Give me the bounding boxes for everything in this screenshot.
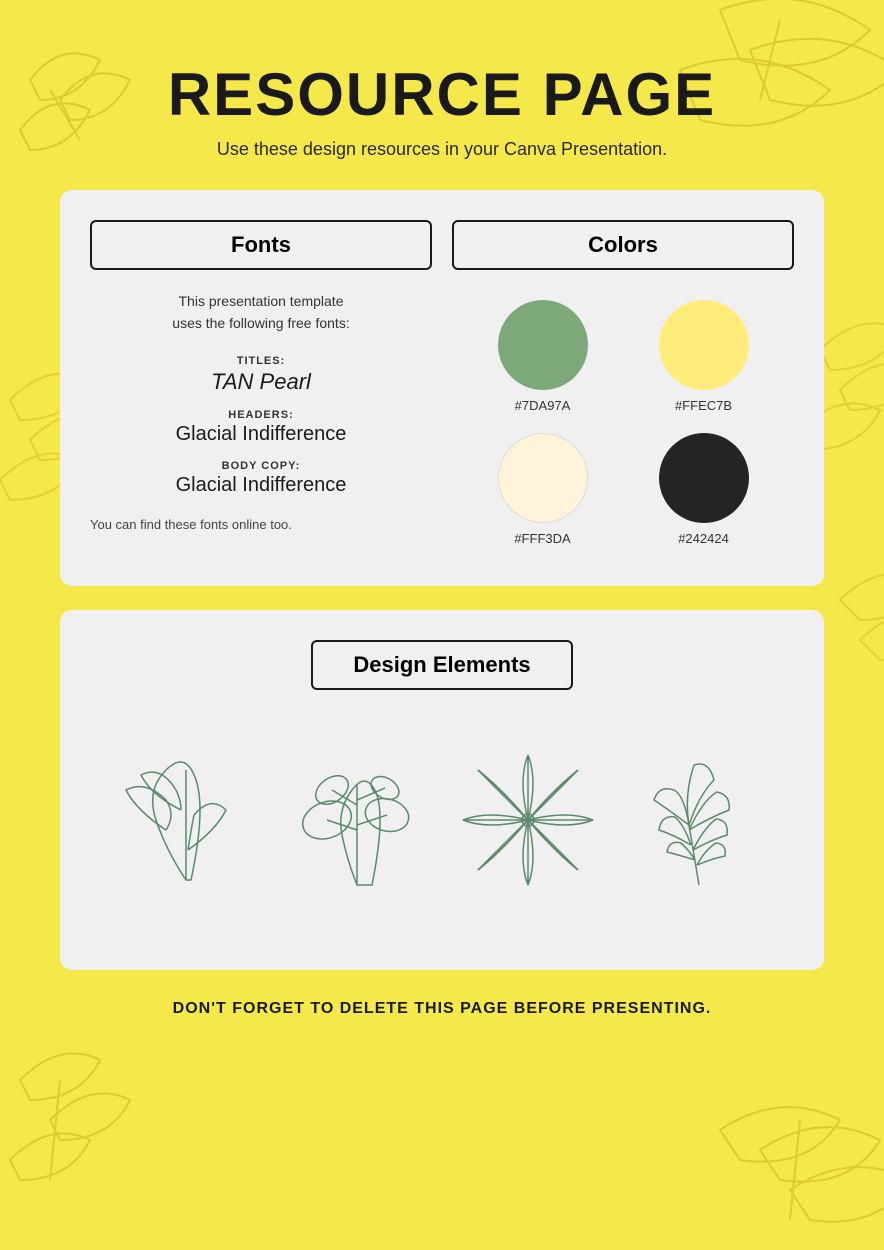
fonts-header: Fonts <box>90 220 432 270</box>
headers-font-name: Glacial Indifference <box>90 423 432 446</box>
headers-label: HEADERS: <box>90 409 432 421</box>
leaves-showcase <box>90 720 794 940</box>
fonts-section: Fonts This presentation template uses th… <box>90 220 432 556</box>
color-circle-dark <box>659 433 749 523</box>
design-elements-card: Design Elements <box>60 610 824 970</box>
color-item-dark: #242424 <box>659 433 749 546</box>
color-circle-yellow <box>659 300 749 390</box>
fonts-footer: You can find these fonts online too. <box>90 517 432 532</box>
titles-label: TITLES: <box>90 355 432 367</box>
body-font-item: BODY COPY: Glacial Indifference <box>90 460 432 497</box>
color-hex-cream: #FFF3DA <box>514 531 570 546</box>
colors-header: Colors <box>452 220 794 270</box>
color-hex-green: #7DA97A <box>515 398 571 413</box>
page-title: RESOURCE PAGE <box>60 60 824 129</box>
leaf-illustration-4 <box>619 740 779 900</box>
body-label: BODY COPY: <box>90 460 432 472</box>
design-elements-header: Design Elements <box>311 640 572 690</box>
color-hex-dark: #242424 <box>678 531 729 546</box>
headers-font-item: HEADERS: Glacial Indifference <box>90 409 432 446</box>
titles-font-name: TAN Pearl <box>90 369 432 395</box>
body-font-name: Glacial Indifference <box>90 474 432 497</box>
colors-section: Colors #7DA97A #FFEC7B #FFF3DA <box>452 220 794 556</box>
color-circle-cream <box>498 433 588 523</box>
page-subtitle: Use these design resources in your Canva… <box>60 139 824 160</box>
resource-card: Fonts This presentation template uses th… <box>60 190 824 586</box>
color-circle-green <box>498 300 588 390</box>
leaf-illustration-2 <box>277 740 437 900</box>
leaf-illustration-1 <box>106 740 266 900</box>
footer-note: DON'T FORGET TO DELETE THIS PAGE BEFORE … <box>60 1000 824 1018</box>
color-item-yellow: #FFEC7B <box>659 300 749 413</box>
fonts-intro: This presentation template uses the foll… <box>90 290 432 335</box>
color-hex-yellow: #FFEC7B <box>675 398 732 413</box>
colors-grid: #7DA97A #FFEC7B #FFF3DA #242424 <box>452 290 794 556</box>
leaf-illustration-3 <box>448 740 608 900</box>
titles-font-item: TITLES: TAN Pearl <box>90 355 432 395</box>
color-item-cream: #FFF3DA <box>498 433 588 546</box>
color-item-green: #7DA97A <box>498 300 588 413</box>
